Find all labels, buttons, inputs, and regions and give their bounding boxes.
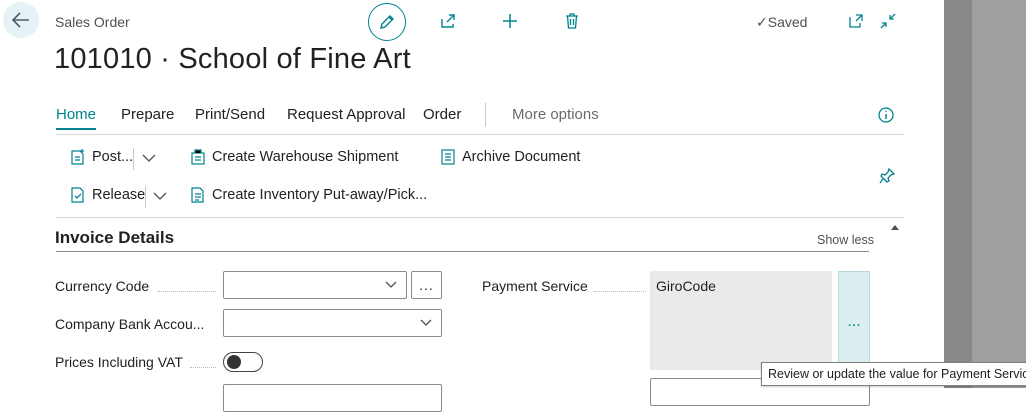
arrow-left-icon <box>11 12 29 28</box>
checkmark-icon: ✓ <box>756 14 768 30</box>
section-title: Invoice Details <box>55 228 175 247</box>
release-icon <box>71 187 84 203</box>
collapse-button[interactable] <box>878 11 898 31</box>
payment-service-value: GiroCode <box>650 271 832 370</box>
tab-divider <box>485 103 486 127</box>
field-dots <box>594 291 646 292</box>
prices-including-vat-toggle[interactable] <box>223 352 263 372</box>
tab-home[interactable]: Home <box>56 106 97 130</box>
currency-code-label: Currency Code <box>55 278 150 294</box>
collapse-icon <box>880 13 896 29</box>
edit-button[interactable] <box>368 3 406 41</box>
post-icon <box>71 149 84 165</box>
chevron-down-icon <box>385 281 397 288</box>
share-icon <box>441 14 455 28</box>
tab-prepare[interactable]: Prepare <box>121 106 174 123</box>
warehouse-shipment-icon <box>191 149 205 165</box>
pencil-icon <box>380 15 394 29</box>
tab-more-options[interactable]: More options <box>512 106 599 123</box>
release-dropdown-button[interactable] <box>152 189 168 208</box>
post-dropdown-button[interactable] <box>141 151 157 170</box>
share-button[interactable] <box>438 11 458 31</box>
saved-status: ✓Saved <box>756 14 808 30</box>
action-divider <box>145 186 146 208</box>
background-overlay <box>944 0 1026 388</box>
release-button[interactable]: Release <box>70 186 145 204</box>
back-button[interactable] <box>3 2 39 38</box>
tab-request-approval[interactable]: Request Approval <box>287 106 405 123</box>
inventory-icon <box>191 187 204 203</box>
chevron-down-icon <box>142 154 156 162</box>
section-divider <box>56 251 869 252</box>
page-caption: Sales Order <box>55 14 130 30</box>
currency-code-select[interactable] <box>223 271 407 299</box>
open-in-new-window-icon <box>849 14 863 28</box>
actions-divider <box>56 217 904 218</box>
tab-print-send[interactable]: Print/Send <box>195 106 265 123</box>
tabs-divider <box>56 134 904 135</box>
chevron-down-icon <box>153 192 167 200</box>
page-title: 101010 · School of Fine Art <box>54 43 411 75</box>
delete-button[interactable] <box>562 11 582 31</box>
info-icon <box>878 107 894 123</box>
tab-order[interactable]: Order <box>423 106 461 123</box>
field-dots <box>158 291 216 292</box>
open-new-window-button[interactable] <box>846 11 866 31</box>
trash-icon <box>566 13 578 29</box>
show-less-button[interactable]: Show less <box>817 233 874 247</box>
payment-service-label: Payment Service <box>482 278 588 294</box>
archive-document-button[interactable]: Archive Document <box>440 148 580 166</box>
archive-icon <box>441 149 455 165</box>
chevron-down-icon <box>420 319 432 326</box>
action-divider <box>133 148 134 170</box>
post-button[interactable]: Post... <box>70 148 133 166</box>
payment-service-assist-button[interactable]: ... <box>838 271 870 372</box>
pin-icon <box>879 167 896 184</box>
next-field-input[interactable] <box>223 384 442 412</box>
create-warehouse-shipment-button[interactable]: Create Warehouse Shipment <box>190 148 398 166</box>
scroll-up-icon[interactable] <box>889 222 901 234</box>
prices-including-vat-label: Prices Including VAT <box>55 354 183 370</box>
create-inventory-put-away-pick-button[interactable]: Create Inventory Put-away/Pick... <box>190 186 427 204</box>
currency-code-lookup-button[interactable]: ... <box>411 271 442 299</box>
info-button[interactable] <box>877 106 895 129</box>
company-bank-account-label: Company Bank Accou... <box>55 316 205 332</box>
new-button[interactable] <box>500 11 520 31</box>
field-dots <box>190 367 216 368</box>
plus-icon <box>503 14 517 28</box>
company-bank-account-select[interactable] <box>223 309 442 337</box>
pin-actions-button[interactable] <box>878 167 896 190</box>
tooltip: Review or update the value for Payment S… <box>761 362 1026 386</box>
